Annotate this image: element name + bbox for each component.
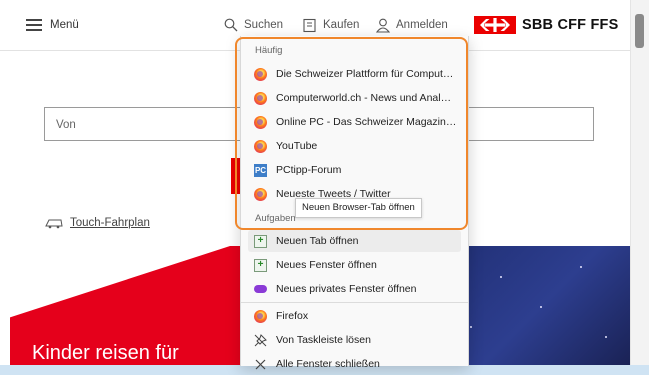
unpin-icon <box>254 333 267 346</box>
login-label: Anmelden <box>396 19 448 31</box>
jumplist-separator <box>241 302 468 303</box>
jumplist-unpin[interactable]: Von Taskleiste lösen <box>248 329 461 351</box>
jumplist-item-frequent[interactable]: Die Schweizer Plattform für Comput… <box>248 63 461 85</box>
new-window-icon: + <box>254 258 267 272</box>
user-icon <box>376 18 390 33</box>
jumplist-item-frequent[interactable]: PC PCtipp-Forum <box>248 159 461 181</box>
buy-button[interactable]: Kaufen <box>302 16 359 34</box>
jumplist-item-frequent[interactable]: Computerworld.ch - News und Anal… <box>248 87 461 109</box>
touch-timetable-link[interactable]: Touch-Fahrplan <box>44 214 150 232</box>
jumplist-task-new-window[interactable]: + Neues Fenster öffnen <box>248 254 461 276</box>
search-icon <box>224 18 238 32</box>
tasks-section-title: Aufgaben <box>255 213 296 224</box>
tooltip: Neuen Browser-Tab öffnen <box>295 198 422 218</box>
jumplist-item-label: PCtipp-Forum <box>276 164 342 176</box>
private-window-icon <box>254 285 267 293</box>
jumplist-task-private-window[interactable]: Neues privates Fenster öffnen <box>248 278 461 300</box>
jumplist-item-label: Neues privates Fenster öffnen <box>276 283 417 295</box>
hamburger-icon <box>26 19 42 31</box>
new-tab-icon: + <box>254 234 267 248</box>
jumplist-item-label: Online PC - Das Schweizer Magazin… <box>276 116 457 128</box>
firefox-icon <box>254 309 267 323</box>
sbb-arrows-icon <box>474 16 516 34</box>
login-button[interactable]: Anmelden <box>376 16 448 34</box>
search-button[interactable]: Suchen <box>224 16 283 34</box>
menu-button[interactable]: Menü <box>26 16 79 34</box>
jumplist-item-label: Von Taskleiste lösen <box>276 334 371 346</box>
jumplist-item-frequent[interactable]: YouTube <box>248 135 461 157</box>
jumplist-item-label: Die Schweizer Plattform für Comput… <box>276 68 454 80</box>
menu-label: Menü <box>50 19 79 31</box>
hero-title: Kinder reisen für <box>32 342 179 364</box>
close-icon <box>255 359 266 369</box>
brand-text: SBB CFF FFS <box>522 17 619 33</box>
jumplist-task-new-tab[interactable]: + Neuen Tab öffnen <box>248 230 461 252</box>
jumplist-item-frequent[interactable]: Online PC - Das Schweizer Magazin… <box>248 111 461 133</box>
pctipp-icon: PC <box>254 163 267 177</box>
jumplist-item-label: Neues Fenster öffnen <box>276 259 377 271</box>
sbb-logo[interactable]: SBB CFF FFS <box>474 15 618 35</box>
train-icon <box>45 219 63 229</box>
from-placeholder: Von <box>56 119 76 131</box>
search-label: Suchen <box>244 19 284 31</box>
firefox-icon <box>254 67 267 81</box>
firefox-icon <box>254 139 267 153</box>
jumplist-item-label: Alle Fenster schließen <box>276 358 380 370</box>
touch-link-label: Touch-Fahrplan <box>70 217 150 229</box>
jumplist-item-label: Computerworld.ch - News und Anal… <box>276 92 452 104</box>
firefox-icon <box>254 187 267 201</box>
ticket-icon <box>303 18 316 32</box>
jumplist-app-firefox[interactable]: Firefox <box>248 305 461 327</box>
jumplist-close-all[interactable]: Alle Fenster schließen <box>248 353 461 375</box>
frequent-section-title: Häufig <box>255 45 283 56</box>
jumplist-item-label: Neuen Tab öffnen <box>276 235 359 247</box>
firefox-icon <box>254 91 267 105</box>
jumplist-item-label: YouTube <box>276 140 318 152</box>
scrollbar[interactable] <box>630 0 649 365</box>
buy-label: Kaufen <box>323 19 360 31</box>
firefox-icon <box>254 115 267 129</box>
jumplist-item-label: Firefox <box>276 310 309 322</box>
scrollbar-thumb[interactable] <box>635 14 644 48</box>
